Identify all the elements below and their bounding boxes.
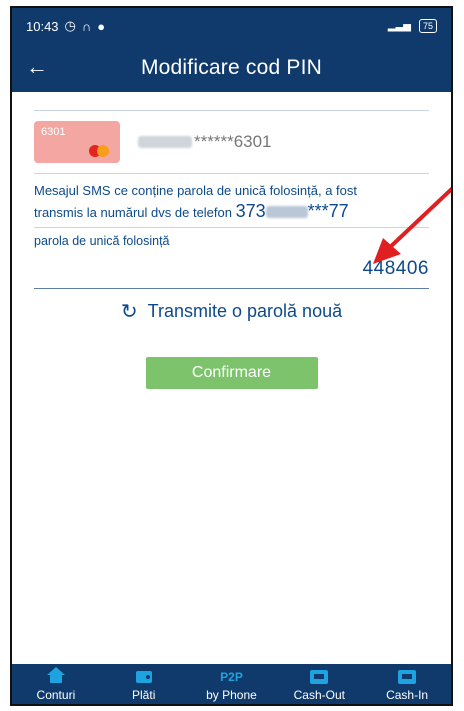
otp-underline <box>34 288 429 289</box>
masked-card-text: ******6301 <box>194 132 272 151</box>
card-thumb-number: 6301 <box>41 126 66 138</box>
bottom-nav: Conturi Plăti P2P by Phone Cash-Out Cash… <box>12 664 451 704</box>
page-title: Modificare cod PIN <box>140 56 322 79</box>
nav-item-conturi[interactable]: Conturi <box>12 667 100 702</box>
nav-item-cash-in[interactable]: Cash-In <box>363 668 451 702</box>
card-row[interactable]: 6301 ******6301 <box>34 111 429 173</box>
nav-item-plati[interactable]: Plăti <box>100 668 188 702</box>
nav-label-cash-out: Cash-Out <box>293 688 345 702</box>
phone-suffix: ***77 <box>307 201 349 221</box>
status-right: ▂▃▅ 75 <box>388 19 437 33</box>
battery-icon: 75 <box>418 19 437 33</box>
chat-icon: ● <box>97 18 106 34</box>
masked-card-number: ******6301 <box>138 132 272 152</box>
p2p-icon: P2P <box>220 670 243 684</box>
phone-number: 373 ***77 <box>236 201 349 221</box>
app-bar: ← Modificare cod PIN <box>12 44 451 92</box>
red-arrow-annotation-icon <box>373 186 451 264</box>
nav-label-plati: Plăti <box>132 688 156 702</box>
nav-label-by-phone: by Phone <box>206 688 257 702</box>
redacted-digits <box>138 136 192 148</box>
atm-icon <box>398 670 417 684</box>
mastercard-logo-icon <box>89 145 111 157</box>
nav-label-conturi: Conturi <box>36 688 76 702</box>
card-thumbnail: 6301 <box>34 121 120 163</box>
home-icon <box>46 667 65 683</box>
nav-item-p2p[interactable]: P2P by Phone <box>188 668 276 702</box>
status-time: 10:43 <box>26 18 59 34</box>
redacted-phone-digits <box>265 206 308 219</box>
main-content: 6301 ******6301 Mesajul SMS ce conține p… <box>12 92 451 389</box>
signal-icon: ▂▃▅ <box>387 20 411 32</box>
atm-icon <box>310 670 329 684</box>
status-left: 10:43 ◷ ∩ ● <box>26 18 105 34</box>
phone-prefix: 373 <box>235 201 266 221</box>
sms-line-2-text: transmis la numărul dvs de telefon <box>34 205 232 220</box>
nav-item-cash-out[interactable]: Cash-Out <box>275 668 363 702</box>
wallet-icon <box>135 671 152 683</box>
refresh-icon: ↻ <box>120 301 138 323</box>
confirm-wrap: Confirmare <box>34 357 429 389</box>
resend-password-link[interactable]: ↻ Transmite o parolă nouă <box>34 299 429 324</box>
back-arrow-icon[interactable]: ← <box>26 54 48 80</box>
phone-screen: 10:43 ◷ ∩ ● ▂▃▅ 75 ← Modificare cod PIN … <box>10 6 453 706</box>
confirm-button[interactable]: Confirmare <box>145 357 318 389</box>
headphones-icon: ∩ <box>81 18 92 34</box>
resend-label: Transmite o parolă nouă <box>147 301 343 321</box>
alarm-icon: ◷ <box>64 18 76 33</box>
status-bar: 10:43 ◷ ∩ ● ▂▃▅ 75 <box>12 8 451 44</box>
nav-label-cash-in: Cash-In <box>386 688 429 702</box>
